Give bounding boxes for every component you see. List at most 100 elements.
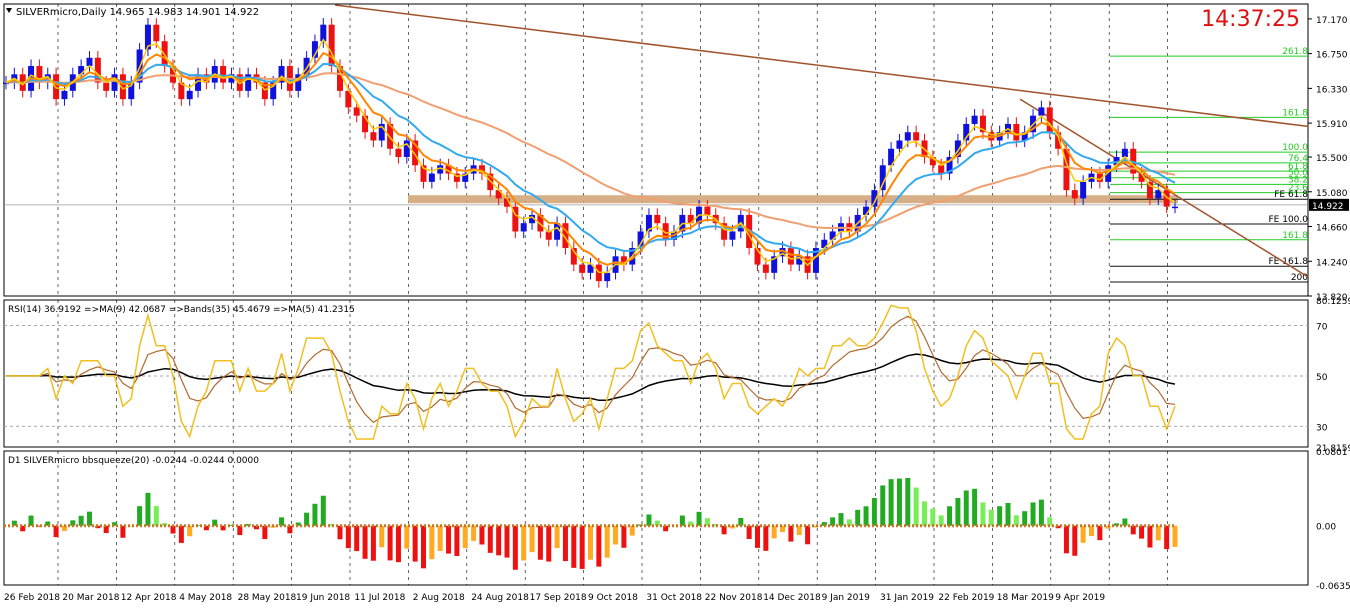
squeeze-bar (1022, 511, 1028, 526)
squeeze-bar (345, 525, 351, 549)
squeeze-bar (571, 525, 577, 568)
squeeze-bar (304, 512, 310, 526)
fib-level-label: FE 61.8 (1274, 190, 1308, 200)
squeeze-bar (421, 525, 426, 569)
squeeze-bar (187, 525, 193, 537)
squeeze-bar (863, 506, 869, 526)
squeeze-bar (454, 525, 460, 557)
date-label: 9 Jan 2019 (822, 593, 870, 603)
candle-body (103, 82, 110, 91)
squeeze-bar (988, 509, 994, 526)
candle-body (654, 214, 661, 224)
squeeze-bar (546, 525, 552, 562)
squeeze-bar (178, 525, 184, 543)
squeeze-bar (554, 525, 560, 549)
chart-window[interactable]: 17.170 16.750 16.330 15.910 15.500 15.080 14.6… (0, 0, 1350, 608)
candle-body (729, 231, 736, 240)
candle-body (86, 57, 93, 67)
chart-canvas[interactable]: 17.170 16.750 16.330 15.910 15.500 15.080 14.6… (0, 0, 1350, 608)
squeeze-bar (28, 515, 34, 526)
fib-level-label: FE 100.0 (1269, 215, 1309, 225)
squeeze-bar (479, 525, 485, 545)
squeeze-bar (471, 525, 477, 541)
rsi-tick-label: 80.1259 (1316, 297, 1350, 307)
candle-body (370, 132, 377, 141)
price-tick-label: 15.500 (1316, 154, 1348, 164)
dropdown-icon[interactable] (6, 8, 12, 13)
candle-body (1146, 181, 1153, 199)
squeeze-bar (1072, 525, 1078, 556)
squeeze-bar (320, 495, 326, 526)
price-pane (3, 3, 1309, 297)
squeeze-bar (1089, 525, 1094, 537)
date-label: 11 Jul 2018 (354, 593, 405, 603)
squeeze-bar (537, 525, 543, 560)
squeeze-bar (1164, 525, 1170, 550)
current-price-label: 14.922 (1312, 202, 1344, 212)
squeeze-bar (896, 478, 902, 526)
rsi-header-label: RSI(14) 36.9192 =>MA(9) 42.0687 =>Bands(… (8, 305, 355, 315)
squeeze-bar (604, 525, 610, 558)
date-label: 12 Apr 2018 (121, 593, 177, 603)
candle-body (186, 90, 193, 100)
squeeze-bar (529, 525, 535, 553)
candle-body (111, 74, 118, 91)
squeeze-bar (137, 506, 143, 526)
support-zone (408, 195, 1178, 204)
squeeze-bar (855, 509, 861, 526)
squeeze-bar (755, 525, 760, 548)
candle-body (913, 132, 920, 141)
squeeze-bar (938, 515, 944, 526)
rsi-tick-label: 30 (1316, 423, 1328, 433)
candle-body (1046, 107, 1053, 133)
fib-level-label: 100.0 (1282, 143, 1308, 153)
date-label: 20 Mar 2018 (62, 593, 119, 603)
squeeze-bar (621, 525, 627, 548)
date-label: 31 Oct 2018 (646, 593, 702, 603)
squeeze-bar (930, 508, 936, 526)
squeeze-bar (579, 525, 585, 569)
squeeze-bar (1030, 502, 1036, 526)
candle-body (428, 173, 435, 182)
squeeze-bar (696, 511, 702, 526)
candle-body (704, 206, 711, 215)
squeeze-bar (462, 525, 468, 549)
squeeze-bar (955, 497, 961, 526)
date-label: 2 Aug 2018 (413, 593, 465, 603)
squeeze-bar (972, 488, 978, 526)
squeeze-bar (905, 477, 911, 526)
candle-body (762, 264, 769, 273)
date-label: 24 Aug 2018 (471, 593, 529, 603)
candle-body (520, 223, 527, 232)
squeeze-bar (504, 525, 510, 558)
candle-body (896, 140, 903, 149)
squeeze-bar (262, 525, 268, 540)
date-label: 4 May 2018 (179, 593, 232, 603)
rsi-tick-label: 70 (1316, 323, 1328, 333)
squeeze-bar (1038, 499, 1044, 526)
squeeze-bar (788, 525, 794, 542)
price-tick-label: 15.080 (1316, 189, 1348, 199)
price-tick-label: 14.660 (1316, 224, 1348, 234)
candle-body (938, 165, 945, 174)
candle-body (904, 132, 911, 141)
squeeze-tick-label: 0.00 (1316, 523, 1336, 533)
squeeze-bar (512, 525, 518, 570)
candle-body (1013, 123, 1020, 141)
candle-body (1071, 190, 1078, 199)
squeeze-bar (646, 514, 652, 526)
rsi-pane (3, 299, 1309, 448)
price-tick-label: 14.240 (1316, 258, 1348, 268)
date-label: 31 Jan 2019 (880, 593, 934, 603)
date-label: 14 Dec 2018 (763, 593, 821, 603)
date-label: 9 Oct 2018 (588, 593, 638, 603)
squeeze-bar (588, 525, 593, 560)
squeeze-bar (922, 501, 927, 526)
squeeze-bar (370, 525, 376, 561)
squeeze-bar (1080, 525, 1086, 543)
squeeze-bar (362, 525, 368, 559)
candle-body (787, 248, 794, 265)
squeeze-bar (1013, 515, 1019, 526)
fib-level-label: 161.8 (1282, 108, 1308, 118)
squeeze-bar (871, 498, 877, 526)
